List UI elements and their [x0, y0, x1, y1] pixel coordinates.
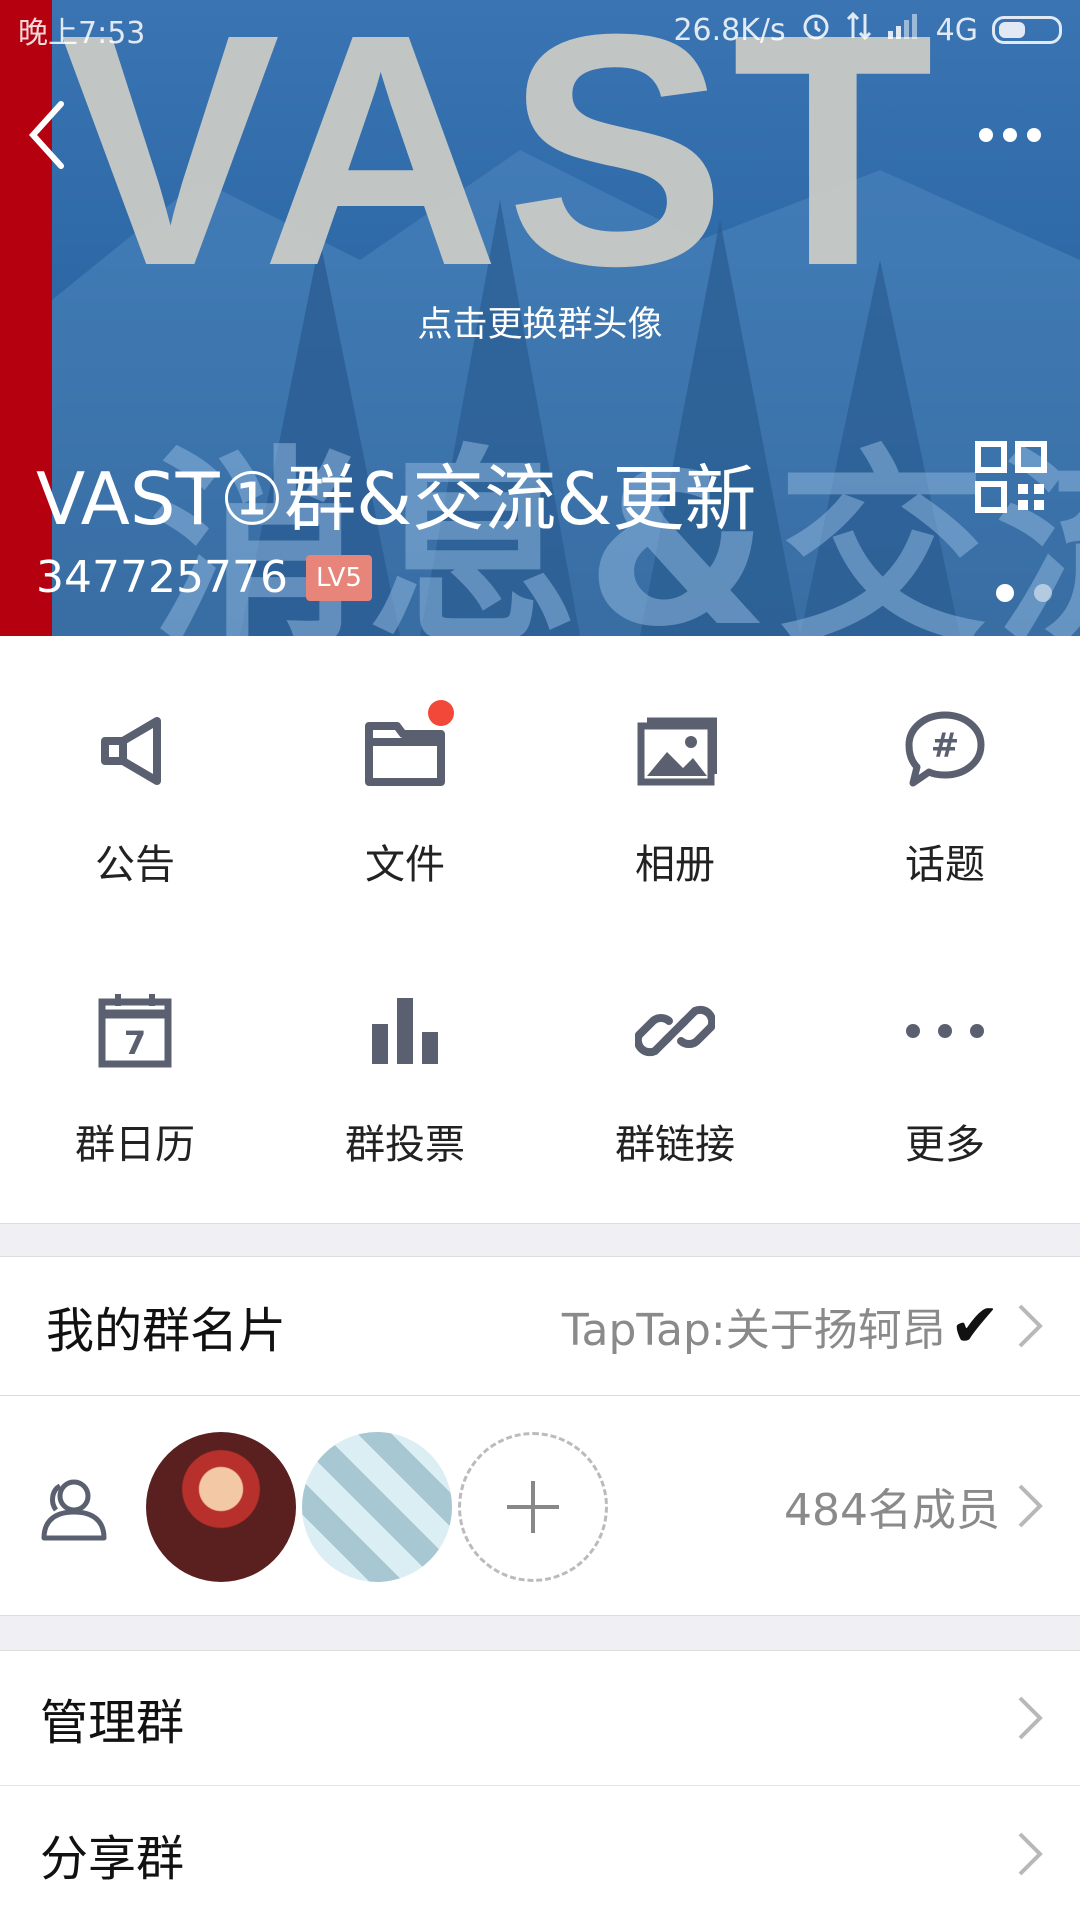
my-group-card-title: 我的群名片: [46, 1303, 287, 1359]
feature-files[interactable]: 文件: [270, 636, 540, 930]
feature-poll[interactable]: 群投票: [270, 930, 540, 1224]
new-file-badge: [428, 700, 454, 726]
calendar-icon: 7: [90, 986, 180, 1076]
feature-label: 话题: [905, 842, 985, 888]
feature-calendar[interactable]: 7 群日历: [0, 930, 270, 1224]
plus-icon: [507, 1481, 559, 1533]
feature-label: 相册: [635, 842, 715, 888]
folder-icon: [360, 700, 454, 796]
members-icon: [41, 1479, 107, 1541]
members-count: 484名成员: [784, 1484, 1000, 1536]
members-row[interactable]: 484名成员: [0, 1396, 1080, 1616]
check-mark: ✔: [949, 1291, 1000, 1361]
back-arrow-icon: [28, 101, 64, 169]
poll-icon: [360, 986, 450, 1076]
announcement-icon: [90, 706, 180, 796]
chevron-right-icon: [1018, 1484, 1043, 1527]
group-id-row: 347725776 LV5: [36, 552, 372, 603]
pager-dot-active: [996, 584, 1014, 602]
change-avatar-hint[interactable]: 点击更换群头像: [0, 296, 1080, 347]
level-badge: LV5: [305, 554, 372, 601]
data-transfer-icon: [846, 10, 872, 50]
member-avatar[interactable]: [146, 1432, 296, 1582]
feature-grid: 公告 文件 相册 # 话题 7 群日历 群投票 群链接 更多: [0, 636, 1080, 1224]
more-icon: [900, 986, 990, 1076]
alarm-icon: [800, 10, 832, 50]
svg-text:7: 7: [124, 1024, 146, 1062]
pager-dot: [1034, 584, 1052, 602]
status-network: 4G: [935, 12, 978, 48]
feature-more[interactable]: 更多: [810, 930, 1080, 1224]
chevron-right-icon: [1018, 1304, 1043, 1348]
manage-group-label: 管理群: [40, 1695, 185, 1751]
group-name: VAST①群&交流&更新: [36, 457, 757, 541]
link-icon: [630, 986, 720, 1076]
chevron-right-icon: [1018, 1696, 1043, 1740]
battery-icon: [992, 16, 1062, 44]
status-time: 晚上7:53: [18, 16, 146, 51]
back-button[interactable]: [22, 100, 72, 170]
feature-label: 公告: [95, 842, 175, 888]
member-avatar[interactable]: [302, 1432, 452, 1582]
my-group-card-row[interactable]: 我的群名片 TapTap:关于扬轲昂 ✔: [0, 1256, 1080, 1396]
feature-label: 文件: [365, 842, 445, 888]
qr-code-icon: [975, 441, 1047, 513]
feature-link[interactable]: 群链接: [540, 930, 810, 1224]
feature-label: 群投票: [345, 1122, 465, 1168]
status-bar: 晚上7:53 26.8K/s 4G: [18, 8, 1062, 52]
qr-code-button[interactable]: [974, 440, 1048, 514]
banner-pager: [996, 584, 1052, 602]
album-icon: [630, 706, 720, 796]
svg-text:#: #: [931, 726, 960, 766]
feature-label: 群链接: [615, 1122, 735, 1168]
share-group-row[interactable]: 分享群: [0, 1786, 1080, 1920]
group-header-banner[interactable]: VAST 消息&交流 晚上7:53 26.8K/s 4G 点击更换群头像 VAS…: [0, 0, 1080, 636]
topic-icon: #: [900, 706, 990, 796]
share-group-label: 分享群: [40, 1831, 185, 1887]
status-speed: 26.8K/s: [673, 12, 786, 48]
feature-topic[interactable]: # 话题: [810, 636, 1080, 930]
my-group-card-nickname: TapTap:关于扬轲昂: [561, 1305, 946, 1356]
feature-announcement[interactable]: 公告: [0, 636, 270, 930]
my-group-card-value: TapTap:关于扬轲昂 ✔: [562, 1291, 1000, 1361]
group-id: 347725776: [36, 552, 288, 603]
manage-group-row[interactable]: 管理群: [0, 1650, 1080, 1786]
add-member-button[interactable]: [458, 1432, 608, 1582]
more-options-button[interactable]: [970, 110, 1050, 160]
feature-album[interactable]: 相册: [540, 636, 810, 930]
feature-label: 更多: [905, 1122, 985, 1168]
chevron-right-icon: [1018, 1832, 1043, 1876]
feature-label: 群日历: [75, 1122, 195, 1168]
signal-icon: [886, 11, 922, 49]
